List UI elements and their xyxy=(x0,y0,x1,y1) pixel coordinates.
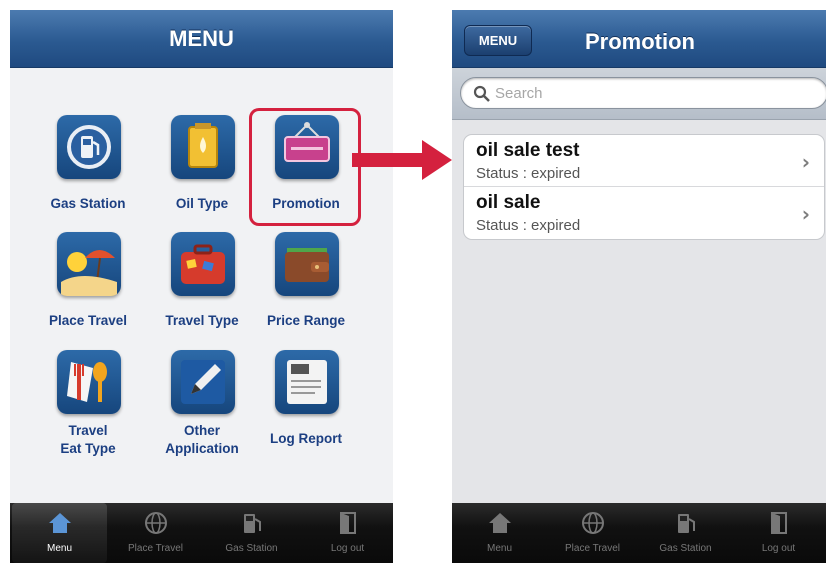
tab-label: Place Travel xyxy=(564,543,621,554)
menu-item-label-line2: Eat Type xyxy=(60,441,116,456)
tab-menu[interactable]: Menu xyxy=(12,503,107,563)
navigation-arrow-icon xyxy=(352,140,452,180)
page-title: MENU xyxy=(169,26,234,51)
tab-label: Menu xyxy=(486,543,512,554)
tab-gas-station[interactable]: Gas Station xyxy=(204,503,299,563)
promotion-title: oil sale xyxy=(476,192,541,213)
house-icon xyxy=(49,513,71,533)
promotion-status: Status : expired xyxy=(476,217,581,234)
house-icon xyxy=(489,513,511,533)
chevron-right-icon: › xyxy=(801,202,810,226)
menu-item-label: Gas Station xyxy=(50,196,126,211)
nav-bar: MENU Promotion xyxy=(452,10,826,68)
menu-item-travel-type[interactable]: Travel Type xyxy=(142,232,262,347)
list-item[interactable]: oil sale test Status : expired › xyxy=(464,135,824,187)
menu-item-label: Oil Type xyxy=(175,196,229,211)
menu-item-label: Log Report xyxy=(270,431,342,446)
door-icon xyxy=(340,512,356,534)
tab-label: Log out xyxy=(330,543,365,554)
promotion-status: Status : expired xyxy=(476,165,581,182)
menu-item-oil-type[interactable]: Oil Type xyxy=(142,115,262,230)
pencil-icon xyxy=(171,350,235,414)
menu-item-label-line1: Travel xyxy=(68,423,108,438)
gas-pump-icon xyxy=(244,514,261,533)
tab-label: Place Travel xyxy=(127,543,184,554)
tab-log-out[interactable]: Log out xyxy=(731,503,826,563)
tab-bar: Menu Place Travel Gas Station Log out xyxy=(452,503,826,563)
menu-item-log-report[interactable]: Log Report xyxy=(246,350,366,465)
menu-item-label: Travel Eat Type xyxy=(28,422,148,458)
tab-label: Menu xyxy=(46,543,72,554)
search-icon xyxy=(473,85,490,102)
oil-can-icon xyxy=(171,115,235,179)
tab-label: Log out xyxy=(761,543,796,554)
tab-place-travel[interactable]: Place Travel xyxy=(108,503,203,563)
globe-icon xyxy=(145,512,167,534)
globe-icon xyxy=(582,512,604,534)
promotion-list: oil sale test Status : expired › oil sal… xyxy=(463,134,825,240)
menu-item-gas-station[interactable]: Gas Station xyxy=(28,115,148,230)
menu-item-label: Place Travel xyxy=(48,313,128,328)
page-title: Promotion xyxy=(585,29,695,54)
nav-bar: MENU xyxy=(10,10,393,68)
suitcase-icon xyxy=(171,232,235,296)
tab-menu[interactable]: Menu xyxy=(452,503,547,563)
beach-umbrella-icon xyxy=(57,232,121,296)
menu-item-travel-eat-type[interactable]: Travel Eat Type xyxy=(28,350,148,465)
menu-item-label-line2: Application xyxy=(165,441,239,456)
menu-item-label-line1: Other xyxy=(183,423,220,438)
search-input[interactable]: Search xyxy=(460,77,826,109)
search-placeholder: Search xyxy=(495,85,543,102)
gas-pump-icon xyxy=(57,115,121,179)
fork-spoon-icon xyxy=(57,350,121,414)
promotion-title: oil sale test xyxy=(476,140,580,161)
menu-item-place-travel[interactable]: Place Travel xyxy=(28,232,148,347)
menu-item-label: Travel Type xyxy=(165,313,239,328)
menu-item-label: Price Range xyxy=(266,313,346,328)
promotion-highlight xyxy=(249,108,361,226)
menu-item-price-range[interactable]: Price Range xyxy=(246,232,366,347)
wallet-icon xyxy=(275,232,339,296)
tab-label: Gas Station xyxy=(225,543,278,554)
tab-log-out[interactable]: Log out xyxy=(300,503,393,563)
tab-place-travel[interactable]: Place Travel xyxy=(545,503,640,563)
list-item[interactable]: oil sale Status : expired › xyxy=(464,187,824,239)
gas-pump-icon xyxy=(678,514,695,533)
back-menu-button[interactable]: MENU xyxy=(464,25,532,56)
menu-item-other-application[interactable]: Other Application xyxy=(142,350,262,465)
search-bar: Search xyxy=(452,68,826,120)
log-document-icon xyxy=(275,350,339,414)
menu-screen: MENU Gas Station Oil Type Promotion Plac… xyxy=(10,10,393,563)
tab-gas-station[interactable]: Gas Station xyxy=(638,503,733,563)
menu-item-label: Other Application xyxy=(142,422,262,458)
promotion-screen: MENU Promotion Search oil sale test Stat… xyxy=(452,10,826,563)
door-icon xyxy=(771,512,787,534)
tab-bar: Menu Place Travel Gas Station Log out xyxy=(10,503,393,563)
chevron-right-icon: › xyxy=(801,150,810,174)
tab-label: Gas Station xyxy=(659,543,712,554)
